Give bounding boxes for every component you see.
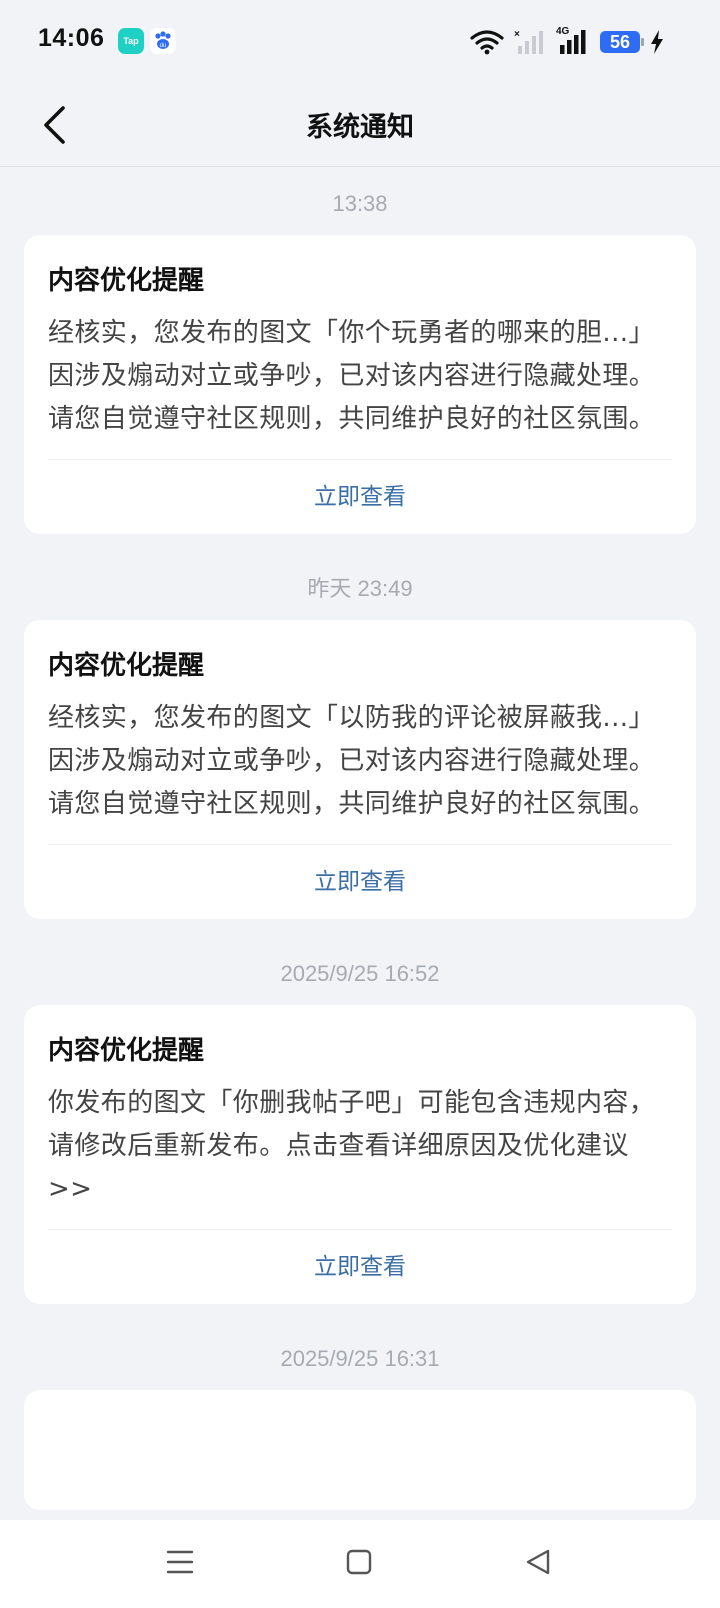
baidu-icon: du xyxy=(150,28,176,54)
card-body: 你发布的图文「你删我帖子吧」可能包含违规内容，请修改后重新发布。点击查看详细原因… xyxy=(48,1088,656,1204)
card-body: 经核实，您发布的图文「以防我的评论被屏蔽我...」因涉及煽动对立或争吵，已对该内… xyxy=(48,703,656,819)
svg-text:×: × xyxy=(514,29,520,40)
card-title: 内容优化提醒 xyxy=(48,651,205,681)
notification-card[interactable] xyxy=(24,1390,696,1510)
menu-button[interactable] xyxy=(160,1542,200,1582)
signal-icon: 4G xyxy=(556,26,590,56)
view-now-button[interactable]: 立即查看 xyxy=(48,845,672,919)
network-type: 4G xyxy=(556,26,570,37)
timestamp: 2025/9/25 16:52 xyxy=(280,961,440,986)
svg-text:du: du xyxy=(160,43,167,49)
nav-back-button[interactable] xyxy=(518,1542,558,1582)
status-bar: 14:06 Tap du × 4G 56 xyxy=(0,0,720,84)
notification-card[interactable]: 内容优化提醒 你发布的图文「你删我帖子吧」可能包含违规内容，请修改后重新发布。点… xyxy=(24,1005,696,1304)
card-title: 内容优化提醒 xyxy=(48,1036,205,1066)
notification-card[interactable]: 内容优化提醒 经核实，您发布的图文「你个玩勇者的哪来的胆...」因涉及煽动对立或… xyxy=(24,235,696,534)
timestamp: 2025/9/25 16:31 xyxy=(280,1346,440,1371)
no-signal-icon: × xyxy=(514,29,543,54)
back-icon xyxy=(526,1549,550,1575)
home-icon xyxy=(346,1549,372,1575)
notification-list[interactable]: 13:38 内容优化提醒 经核实，您发布的图文「你个玩勇者的哪来的胆...」因涉… xyxy=(0,166,720,1520)
system-nav-bar xyxy=(0,1520,720,1608)
status-time: 14:06 xyxy=(38,24,105,52)
timestamp: 昨天 23:49 xyxy=(307,576,413,601)
view-now-button[interactable]: 立即查看 xyxy=(48,1230,672,1304)
wifi-icon xyxy=(470,30,504,55)
timestamp: 13:38 xyxy=(332,191,388,216)
card-body: 经核实，您发布的图文「你个玩勇者的哪来的胆...」因涉及煽动对立或争吵，已对该内… xyxy=(48,318,656,434)
menu-icon xyxy=(166,1550,194,1574)
notification-card[interactable]: 内容优化提醒 经核实，您发布的图文「以防我的评论被屏蔽我...」因涉及煽动对立或… xyxy=(24,620,696,919)
home-button[interactable] xyxy=(339,1542,379,1582)
card-title: 内容优化提醒 xyxy=(48,266,205,296)
header-bar: 系统通知 xyxy=(0,84,720,167)
page-title: 系统通知 xyxy=(306,112,414,143)
view-now-button[interactable]: 立即查看 xyxy=(48,460,672,534)
system-status-icons: × 4G 56 xyxy=(470,26,664,58)
battery-icon: 56 xyxy=(600,31,644,53)
tap-icon: Tap xyxy=(118,28,144,54)
charging-icon xyxy=(651,30,663,54)
